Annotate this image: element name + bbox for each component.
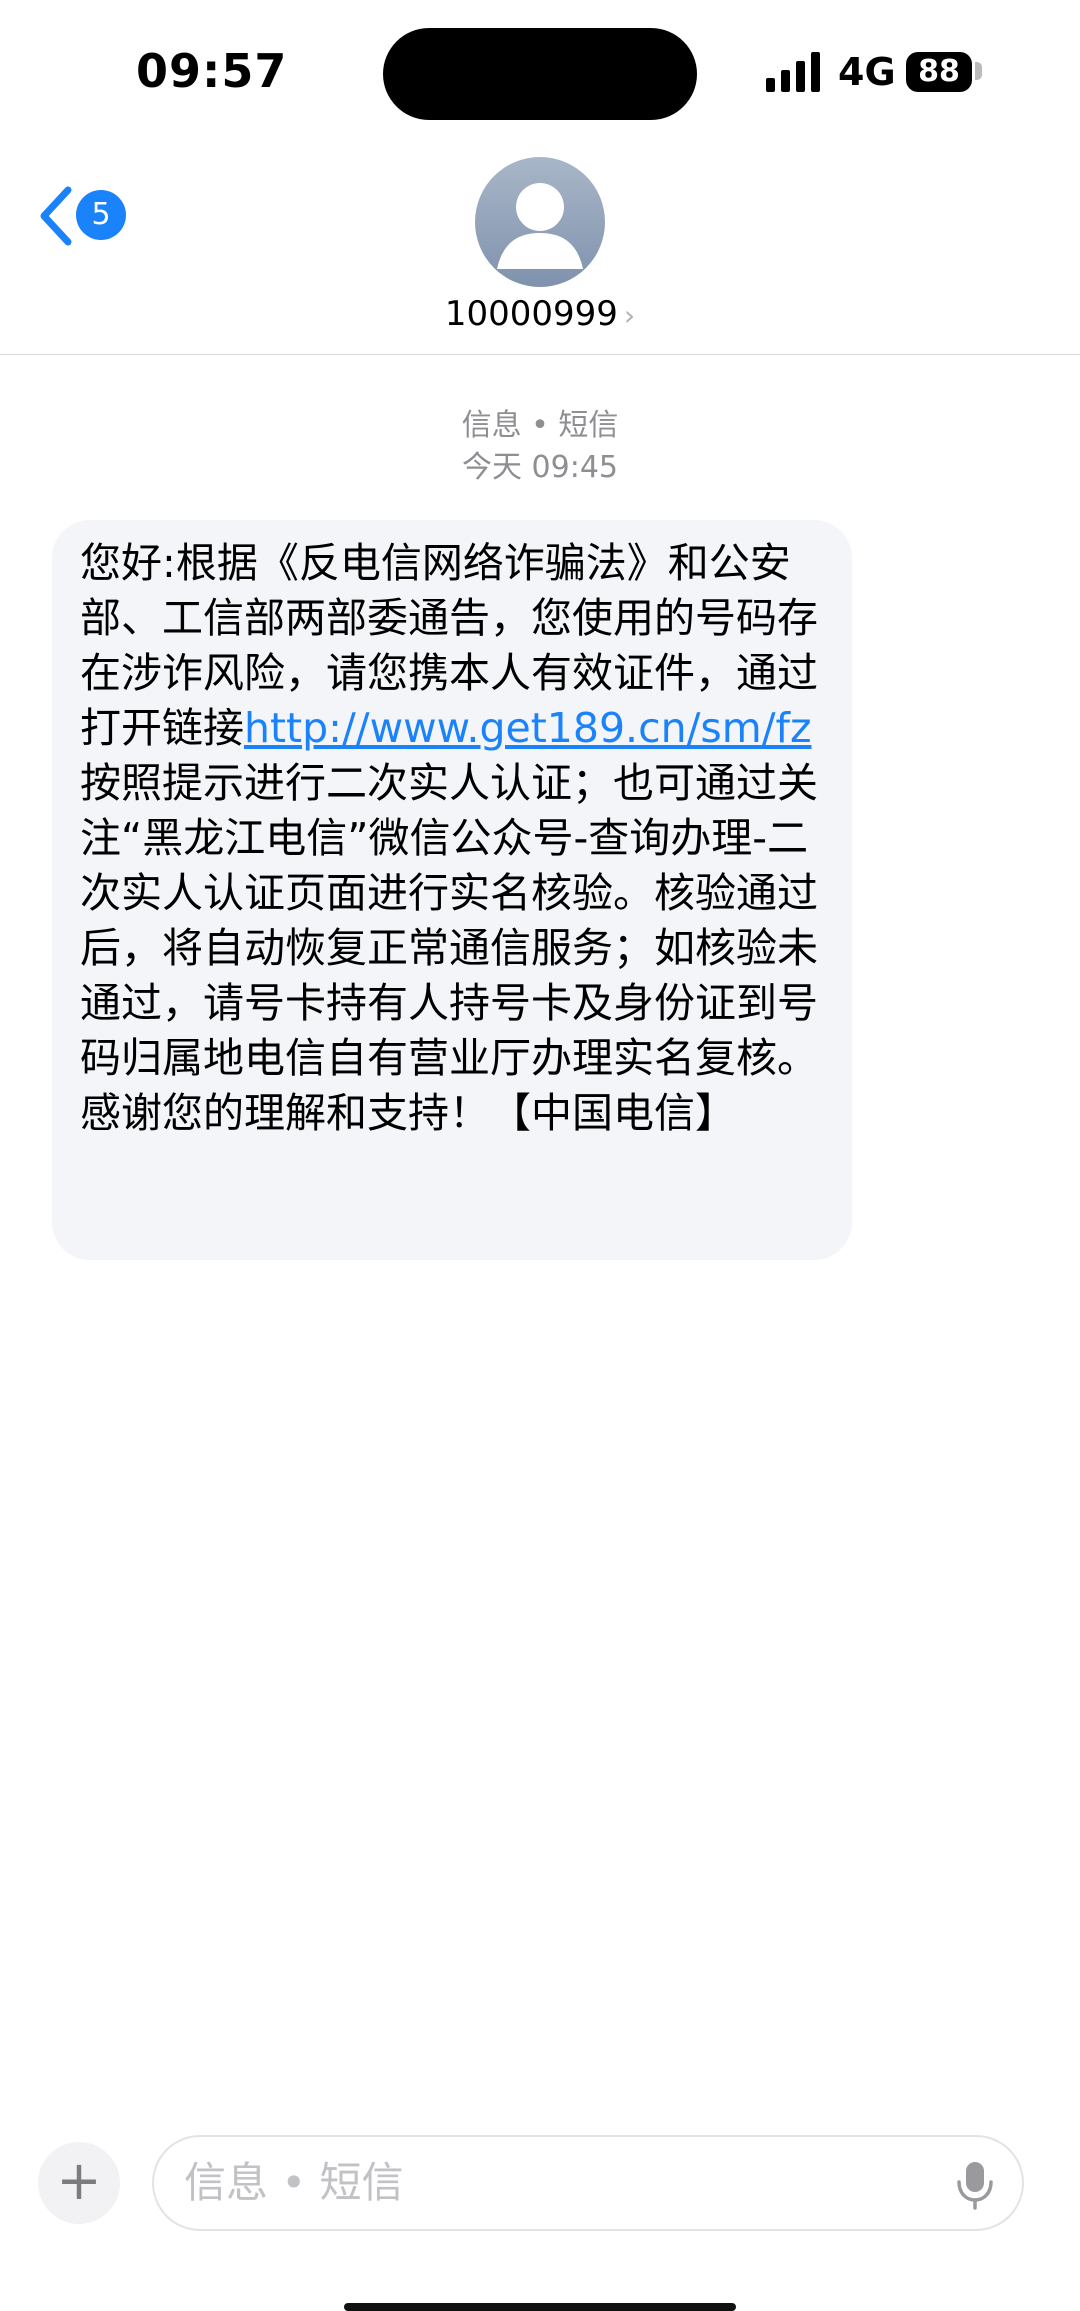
back-button[interactable]: 5: [36, 178, 166, 254]
avatar-person-icon: [497, 183, 583, 269]
message-input-placeholder: 信息 • 短信: [184, 2158, 404, 2207]
battery-icon: 88: [906, 52, 972, 92]
mic-icon[interactable]: [955, 2160, 995, 2210]
header-divider: [0, 354, 1080, 355]
unread-badge: 5: [76, 190, 126, 240]
plus-icon[interactable]: +: [38, 2142, 120, 2224]
chevron-right-icon: ›: [623, 299, 636, 332]
message-input[interactable]: 信息 • 短信: [152, 2135, 1024, 2231]
message-link[interactable]: http://www.get189.cn/sm/fz: [244, 704, 812, 752]
contact-name: 10000999: [444, 294, 618, 334]
dynamic-island: [383, 28, 697, 120]
home-indicator: [344, 2303, 736, 2311]
message-bubble[interactable]: 您好:根据《反电信网络诈骗法》和公安部、工信部两部委通告，您使用的号码存在涉诈风…: [52, 520, 852, 1260]
message-timestamp: 今天 09:45: [462, 450, 618, 485]
contact-name-button[interactable]: 10000999 ›: [0, 294, 1080, 334]
status-time: 09:57: [136, 44, 288, 98]
battery-cap: [975, 62, 982, 80]
network-type: 4G: [838, 50, 896, 94]
avatar[interactable]: [475, 157, 605, 287]
message-text: 您好:根据《反电信网络诈骗法》和公安部、工信部两部委通告，您使用的号码存在涉诈风…: [80, 536, 824, 1141]
signal-icon: [766, 52, 820, 92]
back-chevron-icon: [40, 186, 72, 246]
message-text-after-link: 按照提示进行二次实人认证；也可通过关注“黑龙江电信”微信公众号-查询办理-二次实…: [80, 759, 818, 1137]
service-label: 信息 • 短信: [461, 408, 619, 443]
